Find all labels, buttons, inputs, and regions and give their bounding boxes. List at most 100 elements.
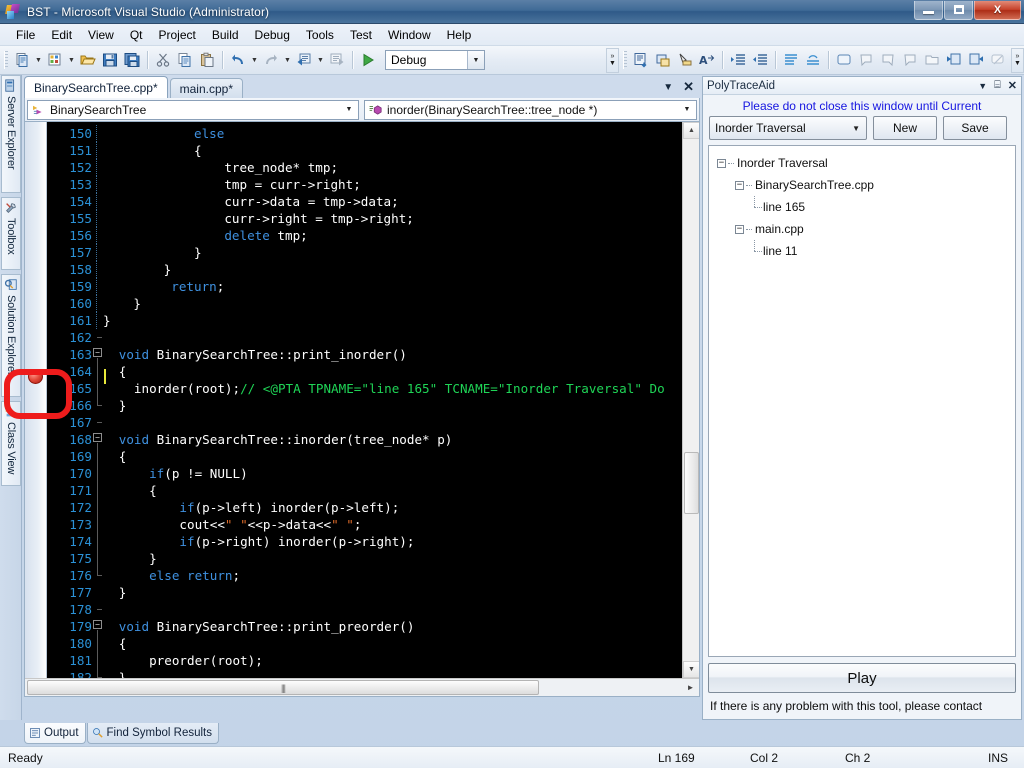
menu-tools[interactable]: Tools bbox=[298, 26, 342, 44]
add-new-item-button[interactable] bbox=[44, 49, 66, 71]
fold-toggle-163[interactable]: − bbox=[93, 348, 102, 357]
tree-expander-icon[interactable]: − bbox=[717, 158, 726, 168]
previous-bookmark-button[interactable] bbox=[855, 49, 877, 71]
class-navigation-combo[interactable]: BinarySearchTree ▼ bbox=[27, 99, 359, 120]
navigate-forward-button[interactable] bbox=[326, 49, 348, 71]
solution-configuration-combo[interactable]: Debug ▼ bbox=[385, 50, 485, 70]
source-code[interactable]: 150 else 151 { 152 tree_node* tmp; 153 t… bbox=[48, 122, 682, 678]
move-bookmark-previous-button[interactable] bbox=[943, 49, 965, 71]
trace-tree[interactable]: − Inorder Traversal − BinarySearchTree.c… bbox=[708, 145, 1016, 657]
copy-button[interactable] bbox=[174, 49, 196, 71]
chevron-down-icon[interactable]: ▼ bbox=[978, 81, 987, 91]
tab-output[interactable]: Output bbox=[24, 723, 86, 744]
sidebar-item-solution-explorer[interactable]: Solution Explorer bbox=[1, 274, 21, 397]
menu-view[interactable]: View bbox=[80, 26, 122, 44]
clear-bookmarks-button[interactable] bbox=[987, 49, 1009, 71]
scroll-right-button[interactable]: ► bbox=[682, 680, 699, 696]
text-editor-toolbar-grip[interactable] bbox=[623, 51, 627, 69]
menu-file[interactable]: File bbox=[8, 26, 43, 44]
chevron-down-icon[interactable]: ▼ bbox=[663, 82, 673, 93]
navigate-backward-button[interactable] bbox=[293, 49, 315, 71]
new-project-dropdown[interactable]: ▼ bbox=[33, 49, 44, 71]
breakpoint-marker[interactable] bbox=[28, 369, 43, 384]
tree-node-line-165[interactable]: line 165 bbox=[715, 196, 1015, 218]
uncomment-selection-button[interactable] bbox=[802, 49, 824, 71]
fold-toggle-168[interactable]: − bbox=[93, 433, 102, 442]
maximize-button[interactable] bbox=[944, 0, 973, 20]
close-button[interactable]: X bbox=[974, 0, 1021, 20]
tree-node-root[interactable]: − Inorder Traversal bbox=[715, 152, 1015, 174]
tree-node-main-cpp[interactable]: − main.cpp bbox=[715, 218, 1015, 240]
paste-button[interactable] bbox=[196, 49, 218, 71]
find-in-files-button[interactable] bbox=[630, 49, 652, 71]
menu-test[interactable]: Test bbox=[342, 26, 380, 44]
fold-toggle-179[interactable]: − bbox=[93, 620, 102, 629]
font-size-button[interactable]: A bbox=[696, 49, 718, 71]
text-toolbar-overflow-button[interactable]: » ▼ bbox=[1011, 47, 1024, 73]
comment-selection-button[interactable] bbox=[780, 49, 802, 71]
cut-button[interactable] bbox=[152, 49, 174, 71]
toggle-bookmark-button[interactable] bbox=[833, 49, 855, 71]
save-button[interactable]: Save bbox=[943, 116, 1007, 140]
code-text-surface[interactable]: − − − 150 else 151 { 152 tree_node* tmp;… bbox=[48, 122, 682, 678]
undo-dropdown[interactable]: ▼ bbox=[249, 49, 260, 71]
redo-button[interactable] bbox=[260, 49, 282, 71]
chevron-down-icon[interactable]: ▼ bbox=[467, 51, 484, 69]
new-button[interactable]: New bbox=[873, 116, 937, 140]
sidebar-item-class-view[interactable]: Class View bbox=[1, 401, 21, 486]
indent-button[interactable] bbox=[727, 49, 749, 71]
new-project-button[interactable] bbox=[11, 49, 33, 71]
next-bookmark-button[interactable] bbox=[877, 49, 899, 71]
sidebar-item-toolbox[interactable]: Toolbox bbox=[1, 197, 21, 270]
tree-expander-icon[interactable]: − bbox=[735, 180, 744, 190]
play-button[interactable]: Play bbox=[708, 663, 1016, 693]
move-bookmark-next-button[interactable] bbox=[965, 49, 987, 71]
chevron-down-icon[interactable]: ▼ bbox=[680, 101, 694, 119]
code-editor[interactable]: − − − 150 else 151 { 152 tree_node* tmp;… bbox=[24, 122, 700, 697]
object-browser-button[interactable] bbox=[674, 49, 696, 71]
tree-node-line-11[interactable]: line 11 bbox=[715, 240, 1015, 262]
undo-button[interactable] bbox=[227, 49, 249, 71]
menu-edit[interactable]: Edit bbox=[43, 26, 80, 44]
save-button[interactable] bbox=[99, 49, 121, 71]
toggle-properties-button[interactable] bbox=[652, 49, 674, 71]
editor-vertical-scrollbar[interactable]: ▲ ▼ bbox=[682, 122, 699, 678]
scroll-down-button[interactable]: ▼ bbox=[683, 661, 699, 678]
tree-node-binarysearchtree-cpp[interactable]: − BinarySearchTree.cpp bbox=[715, 174, 1015, 196]
editor-horizontal-scrollbar[interactable]: ||| ► bbox=[25, 678, 699, 696]
menu-debug[interactable]: Debug bbox=[247, 26, 298, 44]
horizontal-scroll-thumb[interactable]: ||| bbox=[27, 680, 539, 695]
member-navigation-combo[interactable]: inorder(BinarySearchTree::tree_node *) ▼ bbox=[364, 99, 697, 120]
menu-help[interactable]: Help bbox=[439, 26, 480, 44]
vertical-scroll-thumb[interactable] bbox=[684, 452, 699, 514]
toolbar-overflow-button[interactable]: » ▼ bbox=[606, 47, 619, 73]
next-bookmark-folder-button[interactable] bbox=[921, 49, 943, 71]
chevron-down-icon[interactable]: ▼ bbox=[342, 101, 356, 119]
close-icon[interactable]: ✕ bbox=[1008, 79, 1017, 92]
scroll-up-button[interactable]: ▲ bbox=[683, 122, 699, 139]
close-icon[interactable]: ✕ bbox=[683, 79, 694, 95]
add-new-item-dropdown[interactable]: ▼ bbox=[66, 49, 77, 71]
menu-build[interactable]: Build bbox=[204, 26, 247, 44]
start-debugging-button[interactable] bbox=[357, 49, 379, 71]
trace-select[interactable]: Inorder Traversal ▼ bbox=[709, 116, 867, 140]
breakpoint-gutter[interactable] bbox=[25, 122, 47, 696]
tab-binarysearchtree-cpp[interactable]: BinarySearchTree.cpp* bbox=[24, 76, 168, 98]
menu-window[interactable]: Window bbox=[380, 26, 439, 44]
open-file-button[interactable] bbox=[77, 49, 99, 71]
redo-dropdown[interactable]: ▼ bbox=[282, 49, 293, 71]
minimize-button[interactable] bbox=[914, 0, 943, 20]
sidebar-item-server-explorer[interactable]: Server Explorer bbox=[1, 75, 21, 193]
chevron-down-icon[interactable]: ▼ bbox=[852, 117, 860, 139]
previous-bookmark-folder-button[interactable] bbox=[899, 49, 921, 71]
tab-find-symbol-results[interactable]: Find Symbol Results bbox=[86, 723, 219, 744]
outdent-button[interactable] bbox=[749, 49, 771, 71]
menu-qt[interactable]: Qt bbox=[122, 26, 151, 44]
save-all-button[interactable] bbox=[121, 49, 143, 71]
menu-project[interactable]: Project bbox=[151, 26, 204, 44]
navigate-backward-dropdown[interactable]: ▼ bbox=[315, 49, 326, 71]
tree-expander-icon[interactable]: − bbox=[735, 224, 744, 234]
pin-icon[interactable]: ⌸ bbox=[994, 79, 1001, 92]
toolbar-grip[interactable] bbox=[4, 51, 8, 69]
tab-main-cpp[interactable]: main.cpp* bbox=[169, 78, 243, 98]
